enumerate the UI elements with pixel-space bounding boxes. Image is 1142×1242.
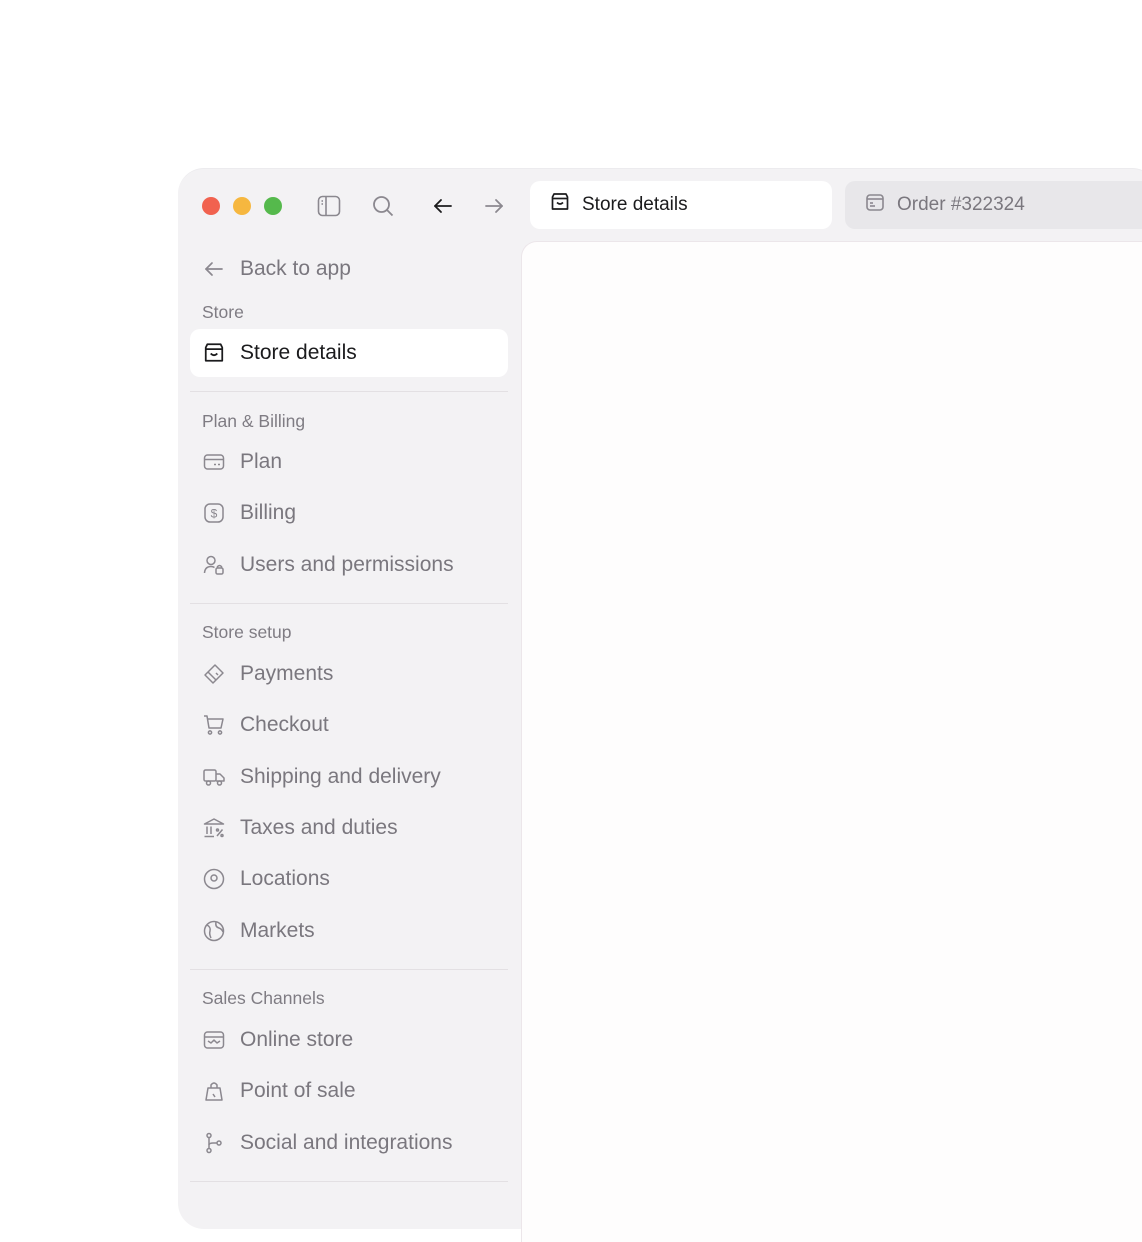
sidebar-toggle-icon[interactable] [316,193,342,219]
tab-order[interactable]: Order #322324 [845,181,1142,229]
sidebar-item-label: Users and permissions [240,552,454,576]
sidebar-item-locations[interactable]: Locations [190,855,508,903]
divider [190,391,508,392]
section-title-store-setup: Store setup [202,622,292,643]
sidebar-item-store-details[interactable]: Store details [190,329,508,377]
sidebar-item-markets[interactable]: Markets [190,907,508,955]
sidebar-item-label: Checkout [240,713,329,737]
maximize-window-button[interactable] [264,197,282,215]
svg-text:$: $ [211,507,218,521]
main-content [521,241,1142,1242]
bank-icon [202,816,226,840]
location-pin-icon [202,867,226,891]
dollar-icon: $ [202,501,226,525]
sidebar-item-label: Shipping and delivery [240,764,441,788]
user-lock-icon [202,553,226,577]
sidebar-item-label: Locations [240,867,330,891]
search-icon[interactable] [370,193,396,219]
cart-icon [202,713,226,737]
section-title-store: Store [202,301,244,322]
window-controls [202,197,282,215]
settings-sidebar: Back to app Store Store details Plan & B… [190,245,508,1194]
divider [190,602,508,604]
arrow-right-icon[interactable] [481,193,507,219]
tab-label: Order #322324 [897,194,1025,215]
store-icon [550,192,570,218]
app-window: Store details Order #322324 Back to app … [178,168,1142,1242]
store-icon [202,341,226,365]
sidebar-item-payments[interactable]: Payments [190,650,508,698]
branch-icon [202,1131,226,1155]
sidebar-item-plan[interactable]: Plan [190,438,508,486]
sidebar-item-label: Taxes and duties [240,815,398,839]
sidebar-item-label: Store details [240,341,357,364]
sidebar-item-checkout[interactable]: Checkout [190,701,508,749]
divider [190,1180,508,1182]
sidebar-item-social-integrations[interactable]: Social and integrations [190,1119,508,1167]
online-store-icon [202,1028,226,1052]
minimize-window-button[interactable] [233,197,251,215]
sidebar-item-billing[interactable]: $ Billing [190,489,508,537]
sidebar-item-label: Payments [240,661,334,685]
payments-icon [202,662,226,686]
back-to-app-link[interactable]: Back to app [190,245,508,293]
truck-icon [202,765,226,789]
sidebar-item-online-store[interactable]: Online store [190,1016,508,1064]
sidebar-item-label: Billing [240,501,297,525]
tab-label: Store details [582,194,688,215]
sidebar-item-label: Point of sale [240,1079,356,1103]
sidebar-item-label: Online store [240,1027,354,1051]
divider [190,968,508,970]
arrow-left-icon[interactable] [430,193,456,219]
sidebar-item-point-of-sale[interactable]: Point of sale [190,1067,508,1115]
sidebar-item-label: Markets [240,918,315,942]
shopping-bag-icon [202,1079,226,1103]
sidebar-item-users-permissions[interactable]: Users and permissions [190,541,508,589]
section-title-sales-channels: Sales Channels [202,988,325,1009]
tab-store-details[interactable]: Store details [530,181,832,229]
sidebar-item-label: Social and integrations [240,1130,453,1154]
sidebar-item-label: Plan [240,450,283,473]
card-icon [202,450,226,474]
order-icon [865,192,885,218]
arrow-left-icon [202,257,226,281]
back-label: Back to app [240,257,351,280]
sidebar-item-shipping[interactable]: Shipping and delivery [190,753,508,801]
globe-icon [202,919,226,943]
section-title-plan-billing: Plan & Billing [202,410,306,431]
close-window-button[interactable] [202,197,220,215]
sidebar-item-taxes[interactable]: Taxes and duties [190,804,508,852]
